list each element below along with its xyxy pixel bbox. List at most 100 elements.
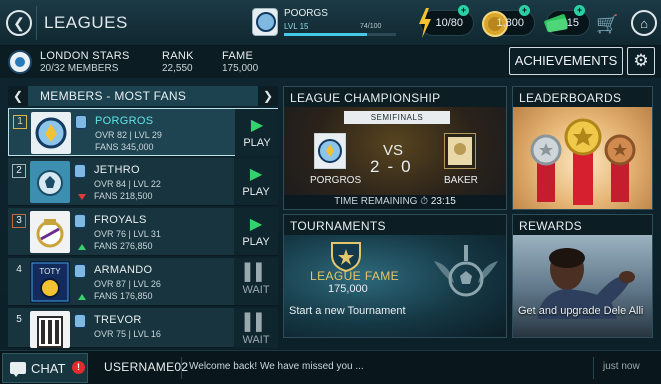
member-row[interactable]: 1 PORGROS OVR 82 | LVL 29 FANS 345,000 ▶… [8,108,279,156]
member-fans: FANS 176,850 [94,291,153,301]
energy-icon [419,8,431,38]
fame-label: FAME [222,50,254,62]
members-panel: ❮ MEMBERS - MOST FANS ❯ 1 PORGROS OVR 82… [8,86,279,348]
member-name: ARMANDO [94,264,153,276]
club-crest-icon [30,311,70,348]
rewards-title: REWARDS [513,215,652,235]
rank-label: RANK [162,50,194,62]
tournaments-description: Start a new Tournament [289,305,406,317]
member-ovr-lvl: OVR 84 | LVL 22 [94,179,161,189]
back-icon: ❮ [13,14,25,31]
member-rank: 1 [13,115,27,129]
member-fans: FANS 345,000 [95,142,154,152]
winged-ball-emblem-icon [434,245,498,297]
cash-plus-button[interactable]: + [574,5,585,16]
page-title: LEAGUES [44,13,128,32]
member-fans: FANS 276,850 [94,241,153,251]
play-button[interactable]: ▶ PLAY [234,158,278,205]
cash-value: 15 [566,17,579,29]
pause-icon: ▌▌ [244,264,268,281]
play-icon: ▶ [249,216,263,233]
coins-value: 1,800 [496,17,524,29]
member-row[interactable]: 5 TREVOR OVR 75 | LVL 16 ▌▌ WAIT [8,308,278,348]
energy-counter[interactable]: + 10/80 [419,5,474,38]
alert-icon: ! [72,361,85,374]
match-score: 2-0 [370,157,419,177]
wait-label: WAIT [242,284,270,296]
members-next-button[interactable]: ❯ [258,86,278,106]
member-rank: 5 [16,314,22,325]
member-avatar [31,112,71,154]
divider [593,357,594,379]
profile-summary[interactable]: POORGS LVL 15 74/100 [252,6,396,40]
profile-xp: 74/100 [360,23,382,30]
league-championship-title: LEAGUE CHAMPIONSHIP [284,87,506,107]
member-avatar [30,311,70,348]
home-button[interactable]: ⌂ [631,10,657,36]
tournaments-title: TOURNAMENTS [284,215,506,235]
member-row[interactable]: 3 FROYALS OVR 76 | LVL 31 FANS 276,850 ▶… [8,208,278,256]
chat-message[interactable]: Welcome back! We have missed you ... [189,361,364,372]
leagues-screen: ❮ LEAGUES POORGS LVL 15 74/100 + 10/80 +… [0,0,661,384]
stage-badge: SEMIFINALS [344,111,450,124]
back-button[interactable]: ❮ [6,10,32,36]
coins-plus-button[interactable]: + [519,5,530,16]
energy-value: 10/80 [435,17,463,29]
divider [36,6,37,40]
xp-progress-bar [284,33,396,36]
tournaments-card[interactable]: TOURNAMENTS LEAGUE FAME 175,000 Start a … [283,214,507,338]
time-remaining: TIME REMAINING ⏱ 23:15 [284,195,506,209]
club-crest-icon [256,12,276,32]
achievements-button[interactable]: ACHIEVEMENTS [509,47,623,75]
away-team-name: BAKER [444,175,478,186]
leaderboards-card[interactable]: LEADERBOARDS [512,86,653,210]
stopwatch-icon: ⏱ [420,196,431,207]
player-card-icon: TOTY [30,261,70,303]
chat-timestamp: just now [603,361,640,372]
rewards-card[interactable]: REWARDS Get and upgrade Dele Alli [512,214,653,338]
member-avatar: TOTY [30,261,70,303]
member-avatar [30,161,70,203]
wait-button[interactable]: ▌▌ WAIT [234,258,278,305]
svg-text:TOTY: TOTY [39,267,61,276]
trend-down-icon [78,194,86,200]
chat-username: USERNAME02 [104,360,189,374]
chat-button[interactable]: CHAT ! [2,353,88,383]
rewards-description: Get and upgrade Dele Alli [518,305,644,317]
gear-icon: ⚙ [633,51,649,70]
trend-up-icon [78,294,86,300]
members-title: MEMBERS - MOST FANS [40,89,187,103]
time-remaining-label: TIME REMAINING [334,196,418,207]
play-button[interactable]: ▶ PLAY [235,109,279,156]
away-score: 0 [401,157,419,176]
members-prev-button[interactable]: ❮ [8,86,28,106]
member-ovr-lvl: OVR 75 | LVL 16 [94,329,161,339]
members-header: ❮ MEMBERS - MOST FANS ❯ [8,86,278,106]
league-championship-card[interactable]: LEAGUE CHAMPIONSHIP SEMIFINALS VS 2-0 PO… [283,86,507,210]
profile-badge [252,8,278,36]
settings-button[interactable]: ⚙ [627,47,655,75]
player-portrait-icon [30,161,70,203]
chat-bubble-icon [10,362,26,377]
member-name: JETHRO [94,164,140,176]
energy-plus-button[interactable]: + [458,5,469,16]
member-club-icon [74,214,86,228]
away-team-crest [444,133,476,169]
member-club-icon [75,115,87,129]
wait-button[interactable]: ▌▌ WAIT [234,308,278,348]
coins-counter[interactable]: + 1,800 [482,5,535,37]
member-ovr-lvl: OVR 87 | LVL 26 [94,279,161,289]
member-row[interactable]: 2 JETHRO OVR 84 | LVL 22 FANS 218,500 ▶ … [8,158,278,206]
member-fans: FANS 218,500 [94,191,153,201]
cart-icon[interactable]: 🛒 [596,14,618,35]
play-icon: ▶ [249,166,263,183]
divider [181,357,182,379]
member-row[interactable]: 4 TOTY ARMANDO OVR 87 | LVL 26 FANS 176,… [8,258,278,306]
play-label: PLAY [242,186,270,198]
play-button[interactable]: ▶ PLAY [234,208,278,255]
score-separator: - [387,157,402,176]
league-fame-label: LEAGUE FAME [310,269,400,283]
member-name: TREVOR [94,314,142,326]
cash-counter[interactable]: + 15 [544,5,590,36]
team-members: 20/32 MEMBERS [40,63,119,74]
